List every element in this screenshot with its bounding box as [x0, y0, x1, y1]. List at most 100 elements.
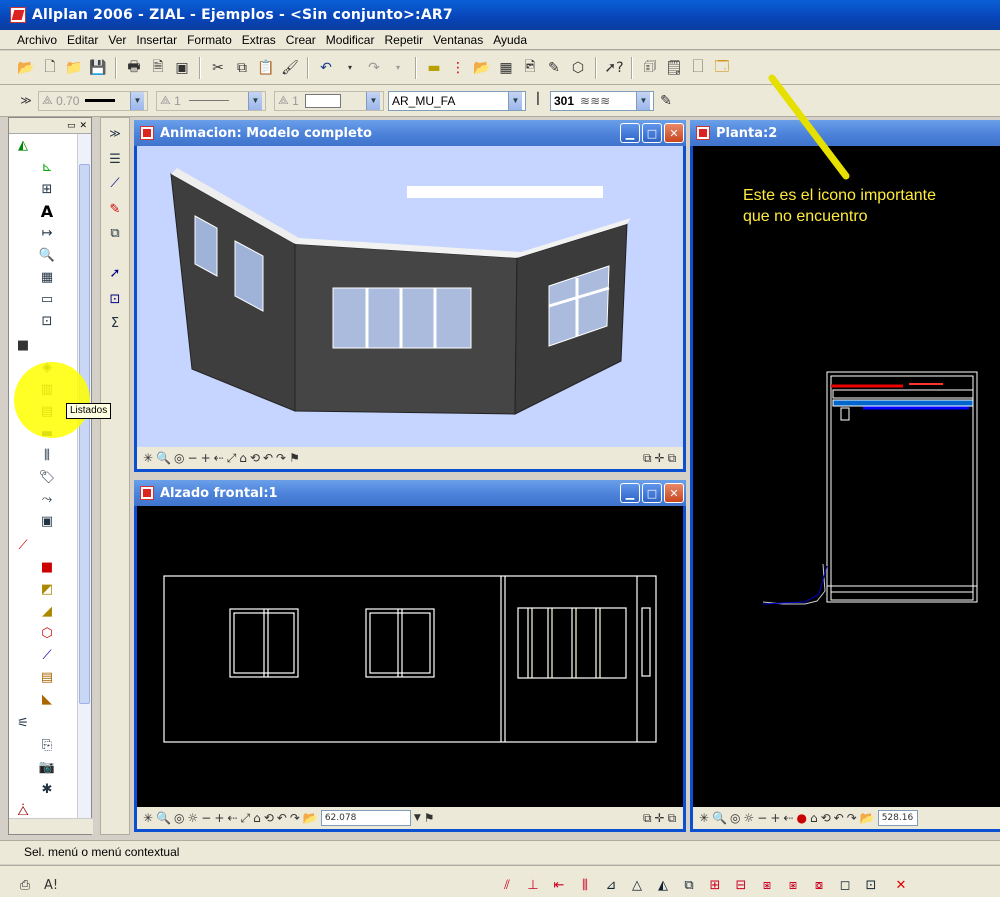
- cancel-x-icon[interactable]: ✕: [892, 876, 910, 894]
- snap-15-icon[interactable]: ⊡: [862, 876, 880, 894]
- route-icon[interactable]: ⤳: [37, 490, 57, 508]
- snap-7-icon[interactable]: ◭: [654, 876, 672, 894]
- pan-icon[interactable]: ⇠: [214, 451, 224, 465]
- report-3-icon[interactable]: 🗌: [687, 57, 709, 79]
- plan-scale-field[interactable]: 528.16: [877, 810, 918, 826]
- zoom-region-icon[interactable]: ◎: [174, 811, 184, 825]
- elevation-window-titlebar[interactable]: Alzado frontal:1 ▁ □ ✕: [134, 480, 686, 506]
- select-arrow-icon[interactable]: ➚: [105, 264, 125, 282]
- open-file-icon[interactable]: 📁: [63, 57, 85, 79]
- pin-icon[interactable]: ⚑: [424, 811, 435, 825]
- window-icon[interactable]: ▭: [37, 290, 57, 308]
- text-icon[interactable]: A: [37, 202, 57, 221]
- undo-view-icon[interactable]: ↶: [834, 811, 844, 825]
- important-report-icon[interactable]: 🗔: [711, 57, 733, 79]
- snap-5-icon[interactable]: ⊿: [602, 876, 620, 894]
- window-list-icon[interactable]: ⧉: [643, 451, 652, 466]
- pan-icon[interactable]: ⇠: [783, 811, 793, 825]
- menu-insertar[interactable]: Insertar: [131, 33, 182, 47]
- window-app-icon[interactable]: [140, 126, 154, 140]
- grid-icon[interactable]: ▦: [37, 268, 57, 286]
- tree-horizontal-scrollbar[interactable]: [9, 818, 93, 834]
- menu-extras[interactable]: Extras: [237, 33, 281, 47]
- zoom-icon[interactable]: 🔍: [156, 451, 171, 465]
- cut-icon[interactable]: ✂: [207, 57, 229, 79]
- railing-icon[interactable]: ▤: [37, 668, 57, 686]
- window-list-icon[interactable]: ⧉: [643, 811, 652, 826]
- pen-select[interactable]: ⟁ 0.70 ▼: [38, 90, 148, 111]
- layer-select[interactable]: AR_MU_FA ▼: [388, 90, 526, 111]
- layer-link-icon[interactable]: ꟾ: [527, 90, 549, 112]
- snap-9-icon[interactable]: ⊞: [706, 876, 724, 894]
- close-icon[interactable]: ✕: [79, 121, 87, 131]
- pin-icon[interactable]: ⚑: [289, 451, 300, 465]
- pan-icon[interactable]: ⇠: [227, 811, 237, 825]
- report-1-icon[interactable]: 🗊: [639, 57, 661, 79]
- stair-icon[interactable]: ⟋: [37, 646, 57, 664]
- help-pointer-icon[interactable]: ➚?: [603, 57, 625, 79]
- fit-icon[interactable]: ⤢: [227, 451, 237, 466]
- elevation-viewport[interactable]: [137, 506, 683, 807]
- new-file-icon[interactable]: 🗋: [39, 57, 61, 79]
- plus-dimension-icon[interactable]: ⊞: [37, 180, 57, 198]
- menu-ayuda[interactable]: Ayuda: [488, 33, 532, 47]
- zoom-in-icon[interactable]: +: [214, 811, 224, 825]
- scrollbar-thumb[interactable]: [79, 164, 90, 704]
- record-icon[interactable]: ●: [796, 811, 806, 825]
- animation-window-titlebar[interactable]: Animacion: Modelo completo ▁ □ ✕: [134, 120, 686, 146]
- zoom-icon[interactable]: 🔍: [156, 811, 171, 825]
- print-icon[interactable]: 🖶: [123, 57, 145, 79]
- red-block-icon[interactable]: ■: [37, 558, 57, 576]
- undo-dropdown-icon[interactable]: ▾: [339, 57, 361, 79]
- redo-dropdown-icon[interactable]: ▾: [387, 57, 409, 79]
- triangle-icon[interactable]: ◣: [37, 690, 57, 708]
- minimize-icon[interactable]: ▁: [620, 123, 640, 143]
- plan-viewport[interactable]: [693, 146, 1000, 807]
- undo-view-icon[interactable]: ↶: [263, 451, 273, 465]
- measure-icon[interactable]: ↦: [37, 224, 57, 242]
- restore-icon[interactable]: ▭: [67, 121, 76, 131]
- save-icon[interactable]: 💾: [87, 57, 109, 79]
- close-icon[interactable]: ✕: [664, 123, 684, 143]
- open-view-icon[interactable]: 📂: [303, 811, 318, 825]
- 3d-cube-icon[interactable]: ⬡: [567, 57, 589, 79]
- copy-view-icon[interactable]: ⧉: [668, 451, 677, 466]
- snap-11-icon[interactable]: ⧆: [758, 876, 776, 894]
- red-pen-icon[interactable]: ✎: [105, 200, 125, 218]
- light-icon[interactable]: ☼: [188, 811, 199, 825]
- expand-chevron-icon[interactable]: ≫: [105, 124, 125, 142]
- menu-ventanas[interactable]: Ventanas: [428, 33, 488, 47]
- undo-view-icon[interactable]: ↶: [277, 811, 287, 825]
- redo-view-icon[interactable]: ↷: [847, 811, 857, 825]
- select-window-icon[interactable]: ⊡: [105, 290, 125, 308]
- fit-icon[interactable]: ⤢: [240, 811, 250, 826]
- tag-icon[interactable]: 🏷: [37, 468, 57, 486]
- line-draw-icon[interactable]: ⟋: [105, 174, 125, 192]
- sun-icon[interactable]: ✳: [699, 811, 709, 825]
- copy-icon[interactable]: ⧉: [231, 57, 253, 79]
- chevron-down-icon[interactable]: ▼: [130, 91, 144, 110]
- rotate-icon[interactable]: ⟲: [250, 451, 260, 465]
- snap-10-icon[interactable]: ⊟: [732, 876, 750, 894]
- menu-ver[interactable]: Ver: [103, 33, 131, 47]
- rotate-icon[interactable]: ⟲: [821, 811, 831, 825]
- architecture-icon[interactable]: ◭: [13, 136, 33, 154]
- color-select[interactable]: ⟁ 1 ▼: [274, 90, 384, 111]
- zoom-out-icon[interactable]: −: [201, 811, 211, 825]
- chevron-down-icon[interactable]: ▼: [248, 91, 262, 110]
- calc-icon[interactable]: ⎙: [16, 876, 34, 894]
- undo-icon[interactable]: ↶: [315, 57, 337, 79]
- camera-icon[interactable]: 📷: [37, 758, 57, 776]
- chevron-down-icon[interactable]: ▼: [508, 91, 522, 110]
- stairs-group-icon[interactable]: ⟋: [13, 536, 33, 554]
- light-icon[interactable]: ☼: [744, 811, 755, 825]
- lines-icon[interactable]: ☰: [105, 150, 125, 168]
- plot-icon[interactable]: ▣: [171, 57, 193, 79]
- dimension-icon[interactable]: ⊾: [37, 158, 57, 176]
- crosshair-icon[interactable]: ✛: [655, 811, 665, 825]
- zoom-in-icon[interactable]: +: [770, 811, 780, 825]
- report-2-icon[interactable]: 🗒: [663, 57, 685, 79]
- plugin-icon[interactable]: ⎘: [37, 736, 57, 754]
- layout-icon[interactable]: 🖻: [519, 57, 541, 79]
- tree-vertical-scrollbar[interactable]: [77, 134, 91, 820]
